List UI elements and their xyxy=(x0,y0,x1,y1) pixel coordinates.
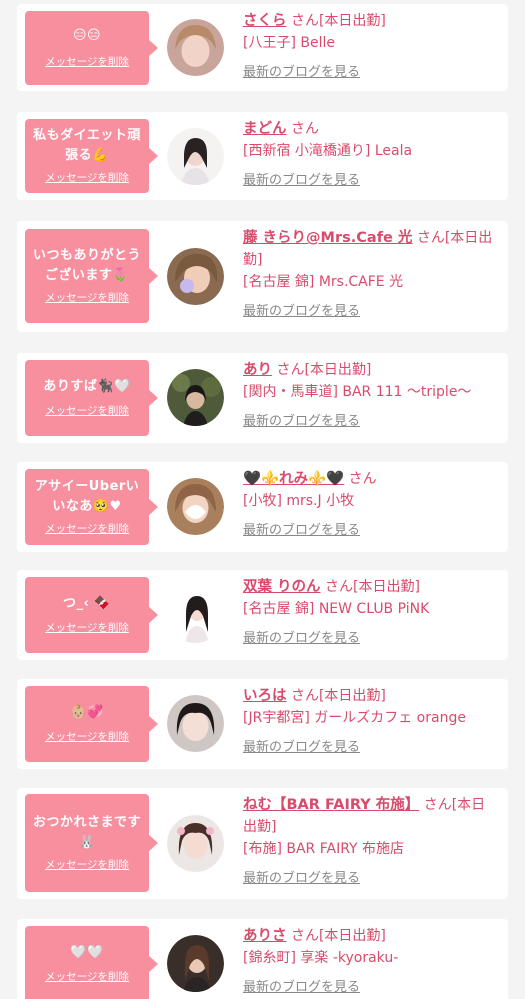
list-item: アサイーUberいいなあ🥺♥ メッセージを削除 🖤⚜️れみ⚜️🖤 さん [小牧]… xyxy=(17,462,508,552)
message-text: いつもありがとうございます🌷 xyxy=(32,248,141,283)
status-text: さん[本日出勤] xyxy=(325,579,420,595)
status-text: さん xyxy=(348,471,377,487)
latest-blog-link[interactable]: 最新のブログを見る xyxy=(243,737,360,759)
delete-message-link[interactable]: メッセージを削除 xyxy=(45,857,129,873)
shop-name: [小牧] mrs.J 小牧 xyxy=(243,493,355,509)
profile-name-link[interactable]: ありさ xyxy=(243,928,287,944)
shop-name: [八王子] Belle xyxy=(243,35,335,51)
avatar[interactable] xyxy=(167,586,224,643)
shop-name: [JR宇都宮] ガールズカフェ orange xyxy=(243,710,466,726)
message-list: 😑😑 メッセージを削除 さくら さん[本日出勤] [八王子] Belle 最新の… xyxy=(0,0,525,999)
profile-name-link[interactable]: 藤 きらり@Mrs.Cafe 光 xyxy=(243,230,412,246)
shop-name: [布施] BAR FAIRY 布施店 xyxy=(243,841,405,857)
latest-blog-link[interactable]: 最新のブログを見る xyxy=(243,62,360,84)
message-bubble: おつかれさまです🐰 メッセージを削除 xyxy=(25,794,158,892)
message-bubble: 😑😑 メッセージを削除 xyxy=(25,11,158,85)
profile-info: 🖤⚜️れみ⚜️🖤 さん [小牧] mrs.J 小牧 最新のブログを見る xyxy=(243,468,499,542)
list-item: 私もダイエット頑張る💪 メッセージを削除 まどん さん [西新宿 小滝橋通り] … xyxy=(17,112,508,200)
delete-message-link[interactable]: メッセージを削除 xyxy=(45,290,129,306)
status-text: さん xyxy=(290,121,319,137)
list-item: いつもありがとうございます🌷 メッセージを削除 藤 きらり@Mrs.Cafe 光… xyxy=(17,221,508,332)
message-bubble: アサイーUberいいなあ🥺♥ メッセージを削除 xyxy=(25,469,158,545)
message-bubble: いつもありがとうございます🌷 メッセージを削除 xyxy=(25,229,158,323)
list-item: ありすば🐈‍⬛🤍 メッセージを削除 あり さん[本日出勤] [関内・馬車道] B… xyxy=(17,353,508,443)
avatar[interactable] xyxy=(167,695,224,752)
message-bubble: 私もダイエット頑張る💪 メッセージを削除 xyxy=(25,119,158,193)
latest-blog-link[interactable]: 最新のブログを見る xyxy=(243,868,360,890)
latest-blog-link[interactable]: 最新のブログを見る xyxy=(243,977,360,999)
message-text: 👶🏼💞 xyxy=(70,705,104,720)
shop-name: [名古屋 錦] Mrs.CAFE 光 xyxy=(243,274,404,290)
avatar[interactable] xyxy=(167,478,224,535)
profile-info: あり さん[本日出勤] [関内・馬車道] BAR 111 〜triple〜 最新… xyxy=(243,359,499,433)
delete-message-link[interactable]: メッセージを削除 xyxy=(45,620,129,636)
message-bubble: 🤍🤍 メッセージを削除 xyxy=(25,926,158,999)
profile-name-link[interactable]: 双葉 りのん xyxy=(243,579,321,595)
profile-info: ありさ さん[本日出勤] [錦糸町] 享楽 -kyoraku- 最新のブログを見… xyxy=(243,925,499,999)
message-text: つ_‹ 🍫 xyxy=(62,596,112,611)
message-bubble: 👶🏼💞 メッセージを削除 xyxy=(25,686,158,762)
profile-info: いろは さん[本日出勤] [JR宇都宮] ガールズカフェ orange 最新のブ… xyxy=(243,685,499,759)
latest-blog-link[interactable]: 最新のブログを見る xyxy=(243,628,360,650)
shop-name: [名古屋 錦] NEW CLUB PiNK xyxy=(243,601,430,617)
shop-name: [関内・馬車道] BAR 111 〜triple〜 xyxy=(243,384,472,400)
delete-message-link[interactable]: メッセージを削除 xyxy=(45,969,129,985)
status-text: さん[本日出勤] xyxy=(290,688,386,704)
list-item: おつかれさまです🐰 メッセージを削除 ねむ【BAR FAIRY 布施】 さん[本… xyxy=(17,788,508,899)
avatar[interactable] xyxy=(167,369,224,426)
profile-info: 藤 きらり@Mrs.Cafe 光 さん[本日出勤] [名古屋 錦] Mrs.CA… xyxy=(243,227,499,323)
message-text: ありすば🐈‍⬛🤍 xyxy=(43,379,131,394)
message-text: 😑😑 xyxy=(72,28,102,43)
list-item: 🤍🤍 メッセージを削除 ありさ さん[本日出勤] [錦糸町] 享楽 -kyora… xyxy=(17,919,508,999)
message-text: アサイーUberいいなあ🥺♥ xyxy=(34,479,140,514)
profile-info: 双葉 りのん さん[本日出勤] [名古屋 錦] NEW CLUB PiNK 最新… xyxy=(243,576,499,650)
profile-name-link[interactable]: あり xyxy=(243,362,272,378)
message-text: おつかれさまです🐰 xyxy=(32,815,141,850)
list-item: つ_‹ 🍫 メッセージを削除 双葉 りのん さん[本日出勤] [名古屋 錦] N… xyxy=(17,570,508,660)
message-text: 私もダイエット頑張る💪 xyxy=(33,128,141,163)
avatar[interactable] xyxy=(167,248,224,305)
profile-name-link[interactable]: さくら xyxy=(243,13,287,29)
profile-info: まどん さん [西新宿 小滝橋通り] Leala 最新のブログを見る xyxy=(243,118,499,192)
shop-name: [西新宿 小滝橋通り] Leala xyxy=(243,143,413,159)
status-text: さん[本日出勤] xyxy=(290,13,386,29)
profile-name-link[interactable]: いろは xyxy=(243,688,287,704)
latest-blog-link[interactable]: 最新のブログを見る xyxy=(243,520,360,542)
delete-message-link[interactable]: メッセージを削除 xyxy=(45,170,129,186)
latest-blog-link[interactable]: 最新のブログを見る xyxy=(243,301,360,323)
latest-blog-link[interactable]: 最新のブログを見る xyxy=(243,170,360,192)
profile-name-link[interactable]: まどん xyxy=(243,121,287,137)
list-item: 😑😑 メッセージを削除 さくら さん[本日出勤] [八王子] Belle 最新の… xyxy=(17,4,508,91)
profile-name-link[interactable]: ねむ【BAR FAIRY 布施】 xyxy=(243,797,419,813)
message-text: 🤍🤍 xyxy=(70,945,104,960)
list-item: 👶🏼💞 メッセージを削除 いろは さん[本日出勤] [JR宇都宮] ガールズカフ… xyxy=(17,679,508,769)
message-bubble: つ_‹ 🍫 メッセージを削除 xyxy=(25,577,158,653)
avatar[interactable] xyxy=(167,815,224,872)
status-text: さん[本日出勤] xyxy=(276,362,372,378)
shop-name: [錦糸町] 享楽 -kyoraku- xyxy=(243,950,399,966)
status-text: さん[本日出勤] xyxy=(290,928,386,944)
avatar[interactable] xyxy=(167,935,224,992)
profile-info: ねむ【BAR FAIRY 布施】 さん[本日出勤] [布施] BAR FAIRY… xyxy=(243,794,499,890)
delete-message-link[interactable]: メッセージを削除 xyxy=(45,54,129,70)
delete-message-link[interactable]: メッセージを削除 xyxy=(45,521,129,537)
profile-name-link[interactable]: 🖤⚜️れみ⚜️🖤 xyxy=(243,471,344,487)
avatar[interactable] xyxy=(167,19,224,76)
delete-message-link[interactable]: メッセージを削除 xyxy=(45,729,129,745)
delete-message-link[interactable]: メッセージを削除 xyxy=(45,403,129,419)
avatar[interactable] xyxy=(167,128,224,185)
profile-info: さくら さん[本日出勤] [八王子] Belle 最新のブログを見る xyxy=(243,10,499,84)
latest-blog-link[interactable]: 最新のブログを見る xyxy=(243,411,360,433)
message-bubble: ありすば🐈‍⬛🤍 メッセージを削除 xyxy=(25,360,158,436)
